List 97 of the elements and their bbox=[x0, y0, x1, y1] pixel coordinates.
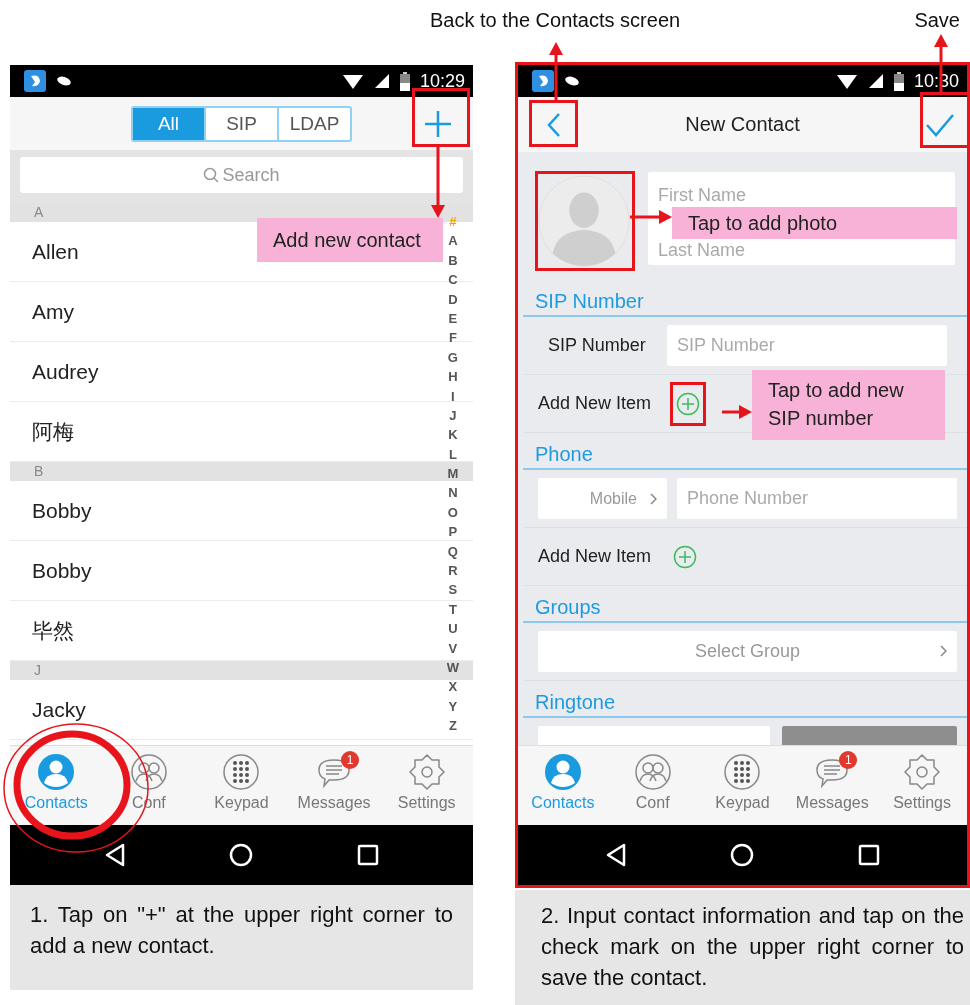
index-letter[interactable]: G bbox=[447, 347, 458, 368]
add-icon[interactable] bbox=[423, 108, 453, 139]
field-label: Add New Item bbox=[538, 546, 652, 567]
contact-item[interactable]: 毕然 bbox=[32, 616, 74, 645]
index-letter[interactable]: O bbox=[447, 502, 458, 523]
wifi-icon bbox=[341, 72, 364, 90]
battery-icon bbox=[893, 71, 904, 91]
arrow bbox=[722, 405, 752, 419]
annotation-label: Back to the Contacts screen bbox=[430, 8, 681, 32]
settings-icon bbox=[903, 753, 942, 791]
contact-item[interactable]: Bobby bbox=[32, 558, 92, 583]
back-nav-icon[interactable] bbox=[104, 843, 125, 867]
contact-item[interactable]: Jacky bbox=[32, 697, 86, 722]
index-letter[interactable]: A bbox=[448, 231, 458, 251]
index-letter[interactable]: F bbox=[448, 328, 457, 348]
arrow bbox=[431, 147, 445, 218]
index-letter[interactable]: Z bbox=[448, 716, 457, 736]
contact-item[interactable]: Bobby bbox=[32, 498, 92, 523]
index-letter[interactable]: V bbox=[448, 638, 458, 658]
filter-tab[interactable]: SIP bbox=[204, 107, 277, 140]
screen-title: New Contact bbox=[685, 113, 800, 136]
contact-item[interactable]: 阿梅 bbox=[32, 417, 74, 446]
add-icon[interactable] bbox=[670, 381, 707, 426]
notification-icon bbox=[56, 75, 72, 87]
index-letter[interactable]: J bbox=[449, 405, 457, 426]
caption-text: 2. Input contact information and tap on the check mark on the upper right corner to save the contact. bbox=[515, 890, 970, 1005]
field-label: Add New Item bbox=[538, 393, 652, 414]
arrow bbox=[630, 210, 672, 224]
callout-tooltip: Add new contact bbox=[257, 218, 443, 262]
index-letter[interactable]: R bbox=[448, 561, 458, 581]
index-letter[interactable]: U bbox=[448, 619, 458, 639]
index-letter[interactable]: C bbox=[448, 270, 458, 290]
keypad-icon bbox=[723, 753, 762, 791]
index-letter[interactable]: H bbox=[448, 367, 458, 387]
battery-icon bbox=[399, 71, 410, 91]
tab-button[interactable]: Messages 1 bbox=[287, 746, 381, 825]
contact-item[interactable]: Allen bbox=[32, 239, 79, 264]
contact-item[interactable]: Amy bbox=[32, 299, 74, 324]
chevron-icon bbox=[939, 645, 947, 657]
section-title: SIP Number bbox=[523, 290, 967, 317]
tab-button[interactable]: Keypad bbox=[697, 746, 788, 825]
annotation-label: Save bbox=[914, 8, 960, 32]
caption-text: 1. Tap on "+" at the upper right corner to add a new contact. bbox=[10, 885, 473, 990]
keypad-icon bbox=[222, 753, 261, 791]
badge: 1 bbox=[839, 751, 858, 769]
chevron-icon bbox=[649, 492, 657, 505]
add-icon[interactable] bbox=[673, 544, 698, 569]
person-icon bbox=[543, 753, 582, 791]
section-title: Groups bbox=[523, 596, 967, 623]
badge: 1 bbox=[341, 751, 360, 769]
index-letter[interactable]: D bbox=[448, 289, 458, 309]
app-icon bbox=[24, 70, 46, 92]
app-icon bbox=[532, 70, 554, 92]
section-title: Phone bbox=[523, 443, 967, 470]
index-letter[interactable]: M bbox=[447, 464, 459, 484]
tab-button[interactable]: Settings bbox=[877, 746, 967, 825]
section-title: Ringtone bbox=[523, 691, 967, 718]
home-nav-icon[interactable] bbox=[228, 843, 253, 867]
field-label: SIP Number bbox=[547, 335, 647, 356]
settings-icon bbox=[407, 753, 446, 791]
back-icon[interactable] bbox=[546, 111, 562, 138]
person-icon bbox=[37, 753, 76, 791]
tab-button[interactable]: Messages 1 bbox=[787, 746, 878, 825]
tab-button[interactable]: Settings bbox=[380, 746, 473, 825]
contact-item[interactable]: Audrey bbox=[32, 359, 99, 384]
input-field[interactable]: Phone Number bbox=[677, 478, 957, 519]
index-letter[interactable]: Y bbox=[448, 696, 458, 717]
index-letter[interactable]: T bbox=[448, 599, 457, 620]
recents-nav-icon[interactable] bbox=[356, 844, 379, 866]
index-letter[interactable]: E bbox=[448, 308, 458, 329]
index-letter[interactable]: K bbox=[448, 425, 458, 445]
status-time: 10:29 bbox=[419, 70, 465, 92]
callout-tooltip: Tap to add new SIP number bbox=[752, 370, 945, 440]
callout-tooltip: Tap to add photo bbox=[672, 207, 957, 239]
index-letter[interactable]: I bbox=[451, 386, 455, 406]
signal-icon bbox=[373, 73, 390, 89]
group-icon bbox=[633, 753, 672, 791]
wifi-icon bbox=[835, 72, 858, 90]
back-nav-icon[interactable] bbox=[605, 843, 626, 867]
index-letter[interactable]: Q bbox=[447, 541, 458, 562]
index-letter[interactable]: S bbox=[448, 580, 458, 600]
search-icon bbox=[203, 167, 220, 183]
filter-tab[interactable]: LDAP bbox=[277, 107, 350, 140]
group-icon bbox=[129, 753, 168, 791]
input-field[interactable]: SIP Number bbox=[667, 325, 947, 366]
tab-button[interactable]: Keypad bbox=[195, 746, 288, 825]
home-nav-icon[interactable] bbox=[729, 843, 754, 867]
index-letter[interactable]: N bbox=[448, 483, 458, 503]
index-letter[interactable]: W bbox=[446, 658, 459, 678]
index-letter[interactable]: L bbox=[448, 444, 457, 465]
notification-icon bbox=[564, 75, 580, 87]
signal-icon bbox=[867, 73, 884, 89]
index-letter[interactable]: P bbox=[448, 522, 458, 542]
index-letter[interactable]: X bbox=[448, 677, 458, 697]
tab-button[interactable]: Conf bbox=[607, 746, 698, 825]
index-letter[interactable]: B bbox=[448, 250, 458, 271]
recents-nav-icon[interactable] bbox=[857, 844, 880, 866]
